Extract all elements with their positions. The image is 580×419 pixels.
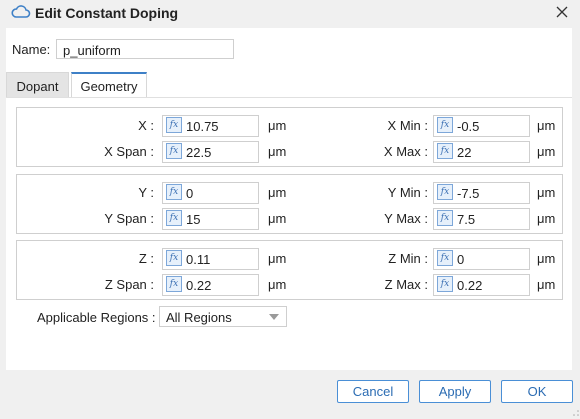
numeric-value: 7.5 (457, 212, 476, 227)
field-label: X Max : (383, 144, 428, 159)
fx-icon[interactable]: fx (437, 276, 453, 292)
numeric-input[interactable]: fx 22.5 (162, 141, 259, 163)
title-bar: Edit Constant Doping (0, 0, 580, 26)
fx-icon[interactable]: fx (166, 184, 182, 200)
field-row: Z : fx 0.11 μm Z Min : fx 0 μm (17, 248, 564, 270)
field-label: Y Min : (387, 185, 428, 200)
numeric-value: 0.22 (186, 278, 212, 293)
field-row: X : fx 10.75 μm X Min : fx -0.5 μm (17, 115, 564, 137)
fx-icon[interactable]: fx (166, 276, 182, 292)
cancel-button[interactable]: Cancel (337, 380, 409, 403)
unit-label: μm (268, 185, 287, 200)
unit-label: μm (268, 277, 287, 292)
field-label: X Min : (387, 118, 428, 133)
numeric-input[interactable]: fx 7.5 (433, 208, 530, 230)
field-label: Z Span : (104, 277, 154, 292)
applicable-regions-select[interactable]: All Regions (159, 306, 287, 327)
name-value: p_uniform (63, 43, 121, 58)
unit-label: μm (537, 118, 556, 133)
chevron-down-icon (269, 314, 279, 320)
field-label: Y Span : (104, 211, 154, 226)
numeric-value: 0 (457, 252, 465, 267)
numeric-value: 22.5 (186, 145, 212, 160)
fx-icon[interactable]: fx (437, 250, 453, 266)
field-row: X Span : fx 22.5 μm X Max : fx 22 μm (17, 141, 564, 163)
ok-button[interactable]: OK (501, 380, 573, 403)
field-row: Y Span : fx 15 μm Y Max : fx 7.5 μm (17, 208, 564, 230)
unit-label: μm (537, 144, 556, 159)
fx-icon[interactable]: fx (437, 210, 453, 226)
field-label: X : (138, 118, 154, 133)
field-label: Z Min : (388, 251, 428, 266)
numeric-input[interactable]: fx 0 (162, 182, 259, 204)
cloud-icon (11, 5, 31, 19)
unit-label: μm (537, 211, 556, 226)
unit-label: μm (268, 251, 287, 266)
fx-icon[interactable]: fx (166, 117, 182, 133)
fx-icon[interactable]: fx (437, 184, 453, 200)
numeric-value: 0.11 (186, 252, 211, 267)
fx-icon[interactable]: fx (166, 143, 182, 159)
field-label: X Span : (104, 144, 154, 159)
numeric-value: -7.5 (457, 186, 480, 201)
field-row: Y : fx 0 μm Y Min : fx -7.5 μm (17, 182, 564, 204)
numeric-value: 0 (186, 186, 194, 201)
tab-dopant[interactable]: Dopant (6, 72, 69, 97)
numeric-value: 0.22 (457, 278, 483, 293)
unit-label: μm (268, 118, 287, 133)
field-row: Z Span : fx 0.22 μm Z Max : fx 0.22 μm (17, 274, 564, 296)
dialog-panel: Name: p_uniform Dopant Geometry X : fx 10.… (6, 28, 572, 370)
unit-label: μm (268, 144, 287, 159)
applicable-regions-value: All Regions (166, 310, 232, 325)
field-label: Z Max : (384, 277, 428, 292)
field-label: Z : (138, 251, 154, 266)
coordinate-group: X : fx 10.75 μm X Min : fx -0.5 μm X Span : fx 22.… (16, 107, 563, 167)
applicable-regions-label: Applicable Regions : (37, 310, 156, 325)
numeric-input[interactable]: fx 0.22 (433, 274, 530, 296)
fx-icon[interactable]: fx (166, 250, 182, 266)
unit-label: μm (537, 277, 556, 292)
fx-icon[interactable]: fx (166, 210, 182, 226)
numeric-input[interactable]: fx 15 (162, 208, 259, 230)
field-label: Y Max : (384, 211, 428, 226)
numeric-input[interactable]: fx 0.22 (162, 274, 259, 296)
name-label: Name: (12, 42, 51, 57)
numeric-input[interactable]: fx -0.5 (433, 115, 530, 137)
tab-geometry[interactable]: Geometry (71, 72, 147, 97)
resize-grip-icon[interactable] (572, 404, 579, 416)
numeric-input[interactable]: fx 22 (433, 141, 530, 163)
tab-divider (6, 97, 572, 98)
unit-label: μm (537, 251, 556, 266)
close-icon[interactable] (552, 2, 572, 22)
numeric-input[interactable]: fx 0 (433, 248, 530, 270)
unit-label: μm (537, 185, 556, 200)
numeric-value: -0.5 (457, 119, 480, 134)
numeric-input[interactable]: fx 10.75 (162, 115, 259, 137)
name-input[interactable]: p_uniform (56, 39, 234, 59)
fx-icon[interactable]: fx (437, 117, 453, 133)
numeric-value: 15 (186, 212, 201, 227)
numeric-input[interactable]: fx -7.5 (433, 182, 530, 204)
unit-label: μm (268, 211, 287, 226)
coordinate-group: Y : fx 0 μm Y Min : fx -7.5 μm Y Span : fx 15 μm Y M… (16, 174, 563, 234)
numeric-value: 10.75 (186, 119, 219, 134)
window-title: Edit Constant Doping (35, 5, 179, 21)
numeric-value: 22 (457, 145, 472, 160)
fx-icon[interactable]: fx (437, 143, 453, 159)
field-label: Y : (138, 185, 154, 200)
apply-button[interactable]: Apply (419, 380, 491, 403)
numeric-input[interactable]: fx 0.11 (162, 248, 259, 270)
coordinate-group: Z : fx 0.11 μm Z Min : fx 0 μm Z Span : fx 0.22 μm Z… (16, 240, 563, 300)
